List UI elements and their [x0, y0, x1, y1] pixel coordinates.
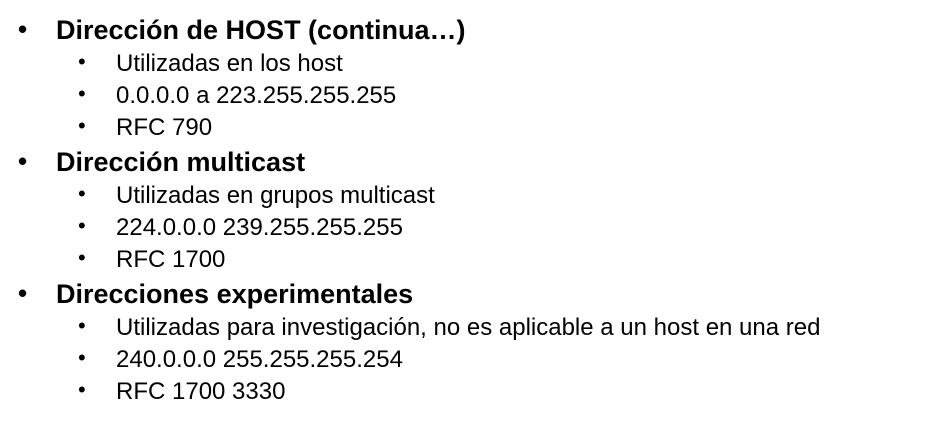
list-item: • RFC 1700	[0, 244, 950, 276]
bullet-icon: •	[18, 278, 28, 308]
bullet-icon: •	[78, 113, 86, 138]
list-item-text: 0.0.0.0 a 223.255.255.255	[116, 82, 397, 109]
list-item-text: Utilizadas para investigación, no es apl…	[116, 314, 821, 341]
list-item: • 224.0.0.0 239.255.255.255	[0, 212, 950, 244]
list-item-text: RFC 1700 3330	[116, 378, 286, 405]
slide: • Dirección de HOST (continua…) • Utiliz…	[0, 0, 950, 447]
list-item: • RFC 1700 3330	[0, 376, 950, 408]
heading-experimental-addresses: • Direcciones experimentales	[0, 278, 950, 310]
section-heading: Direcciones experimentales	[56, 279, 414, 309]
list-item: • Utilizadas en grupos multicast	[0, 180, 950, 212]
list-item-text: RFC 1700	[116, 246, 226, 273]
bullet-icon: •	[78, 345, 86, 370]
section-heading: Dirección multicast	[56, 147, 306, 177]
bullet-icon: •	[78, 377, 86, 402]
list-item-text: RFC 790	[116, 114, 213, 141]
bullet-icon: •	[78, 81, 86, 106]
bullet-icon: •	[18, 146, 28, 176]
list-item: • Utilizadas en los host	[0, 48, 950, 80]
list-item-text: Utilizadas en grupos multicast	[116, 182, 435, 209]
bullet-icon: •	[18, 14, 28, 44]
bullet-icon: •	[78, 245, 86, 270]
list-item: • Utilizadas para investigación, no es a…	[0, 312, 950, 344]
bullet-icon: •	[78, 49, 86, 74]
bullet-icon: •	[78, 213, 86, 238]
section-heading: Dirección de HOST (continua…)	[56, 15, 466, 45]
bullet-icon: •	[78, 181, 86, 206]
heading-multicast-addresses: • Dirección multicast	[0, 146, 950, 178]
list-item-text: 224.0.0.0 239.255.255.255	[116, 214, 403, 241]
list-item-text: Utilizadas en los host	[116, 50, 343, 77]
heading-host-addresses: • Dirección de HOST (continua…)	[0, 14, 950, 46]
list-item: • 0.0.0.0 a 223.255.255.255	[0, 80, 950, 112]
bullet-icon: •	[78, 313, 86, 338]
list-item-text: 240.0.0.0 255.255.255.254	[116, 346, 403, 373]
list-item: • RFC 790	[0, 112, 950, 144]
list-item: • 240.0.0.0 255.255.255.254	[0, 344, 950, 376]
